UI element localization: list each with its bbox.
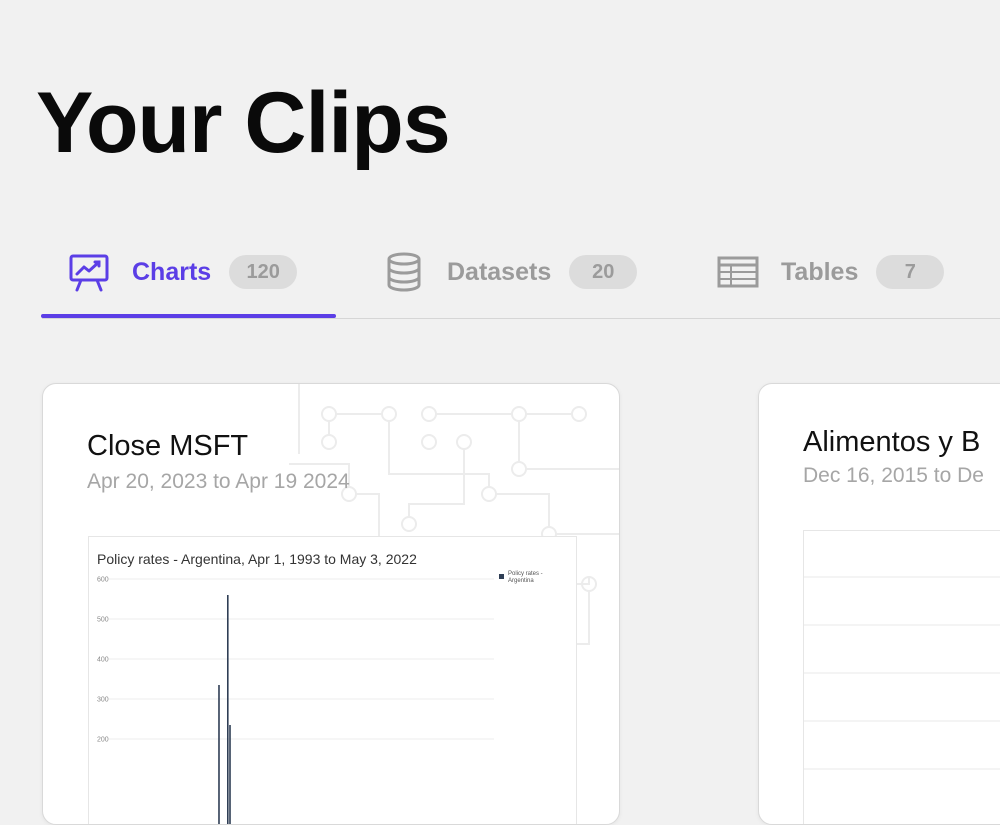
clip-date-range: Apr 20, 2023 to Apr 19 2024 [87, 470, 350, 493]
chart-bar [218, 685, 220, 824]
chart-bar [229, 725, 231, 824]
chart-gridlines [804, 576, 1000, 770]
tab-label: Datasets [447, 257, 552, 286]
tab-label: Charts [132, 257, 212, 286]
y-tick-label: 300 [97, 697, 109, 704]
chart-preview: Policy rates - Argentina, Apr 1, 1993 to… [88, 536, 577, 824]
y-tick-label: 500 [97, 617, 109, 624]
tab-charts[interactable]: Charts 120 [68, 244, 298, 300]
clip-card[interactable]: Alimentos y B Dec 16, 2015 to De [758, 383, 1000, 825]
presentation-chart-icon [68, 251, 110, 293]
chart-bar [226, 595, 229, 824]
count-badge: 20 [569, 255, 638, 289]
database-icon [383, 251, 425, 293]
tab-datasets[interactable]: Datasets 20 [383, 244, 638, 300]
y-tick-label: 200 [97, 737, 109, 744]
count-badge: 7 [876, 255, 945, 289]
chart-preview [803, 530, 1000, 824]
clip-title: Close MSFT [87, 430, 249, 462]
tab-tables[interactable]: Tables 7 [717, 244, 945, 300]
clip-tabs: Charts 120 Datasets 20 Tables 7 [0, 234, 1000, 320]
clip-title: Alimentos y B [803, 426, 981, 458]
clip-date-range: Dec 16, 2015 to De [803, 464, 984, 487]
table-icon [717, 251, 759, 293]
count-badge: 120 [229, 255, 298, 289]
page-title: Your Clips [36, 75, 451, 171]
y-tick-label: 600 [97, 577, 109, 584]
tabs-divider [42, 318, 1000, 319]
y-tick-label: 400 [97, 657, 109, 664]
chart-plot: 600 500 400 300 200 [97, 577, 494, 824]
clip-card[interactable]: Close MSFT Apr 20, 2023 to Apr 19 2024 P… [42, 383, 620, 825]
tab-label: Tables [781, 257, 859, 286]
